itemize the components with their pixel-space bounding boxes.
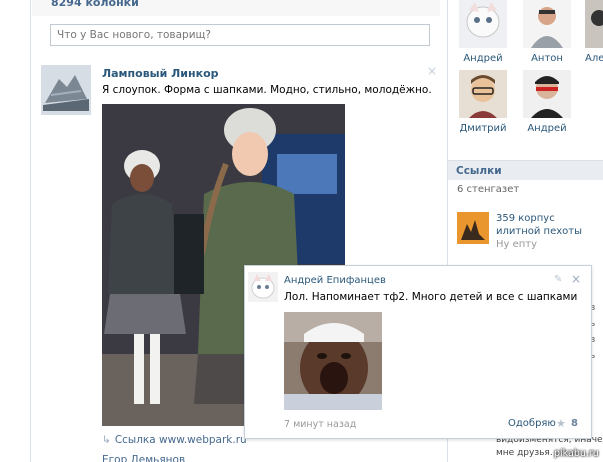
close-icon[interactable]: × — [571, 272, 581, 286]
comment-photo[interactable] — [284, 312, 382, 410]
next-post-author[interactable]: Егор Демьянов — [102, 454, 185, 462]
post-author-name[interactable]: Ламповый Линкор — [102, 67, 219, 80]
friend-card[interactable]: Антон — [521, 0, 573, 64]
link-item-title[interactable]: 359 корпус илитной пехоты — [496, 212, 602, 238]
friend-avatar[interactable] — [523, 0, 571, 48]
comment-time[interactable]: 7 минут назад — [284, 419, 356, 430]
friends-block: Андрей Антон Але Дмитрий Андрей — [452, 0, 603, 155]
comment-text: Лол. Напоминает тф2. Много детей и все с… — [284, 291, 578, 303]
friend-name[interactable]: Антон — [521, 53, 573, 64]
wall-header: 8294 колонки — [32, 0, 440, 16]
friend-avatar[interactable] — [523, 70, 571, 118]
post-author-avatar[interactable] — [41, 65, 91, 115]
friend-name[interactable]: Дмитрий — [457, 123, 509, 134]
wall-post-count[interactable]: 8294 колонки — [51, 0, 139, 9]
links-header[interactable]: Ссылки — [448, 160, 603, 180]
friend-card[interactable]: Андрей — [457, 0, 509, 64]
friend-avatar[interactable] — [459, 0, 507, 48]
friend-name[interactable]: Андрей — [457, 53, 509, 64]
post-link[interactable]: ↳ Ссылка www.webpark.ru — [102, 434, 247, 446]
friend-name[interactable]: Але — [585, 53, 603, 64]
friend-card[interactable]: Андрей — [521, 70, 573, 134]
friend-avatar[interactable] — [459, 70, 507, 118]
post-text: Я слоупок. Форма с шапками. Модно, стиль… — [102, 84, 432, 96]
comment-author-name[interactable]: Андрей Епифанцев — [284, 275, 386, 286]
link-item-image[interactable] — [457, 212, 489, 244]
friend-card[interactable]: Дмитрий — [457, 70, 509, 134]
status-input[interactable]: Что у Вас нового, товарищ? — [50, 24, 430, 46]
link-arrow-icon: ↳ — [102, 434, 111, 446]
friend-card[interactable]: Але — [585, 0, 603, 64]
watermark: pikabu.ru — [554, 448, 599, 459]
friend-avatar[interactable] — [585, 0, 603, 48]
like-button[interactable]: Одобряю — [508, 418, 556, 429]
like-count: 8 — [571, 418, 578, 429]
comment-author-avatar[interactable] — [248, 272, 278, 302]
star-icon[interactable]: ★ — [556, 417, 566, 430]
page: 8294 колонки Что у Вас нового, товарищ? … — [0, 0, 603, 462]
edit-icon[interactable]: ✎ — [554, 274, 562, 285]
links-count: 6 стенгазет — [457, 184, 520, 195]
friend-name[interactable]: Андрей — [521, 123, 573, 134]
post-link-text[interactable]: Ссылка www.webpark.ru — [115, 434, 247, 446]
comment-popup: Андрей Епифанцев ✎ × Лол. Напоминает тф2… — [244, 265, 592, 439]
post-close-icon[interactable]: × — [427, 64, 437, 78]
link-item-subtitle: Ну епту — [496, 239, 538, 250]
